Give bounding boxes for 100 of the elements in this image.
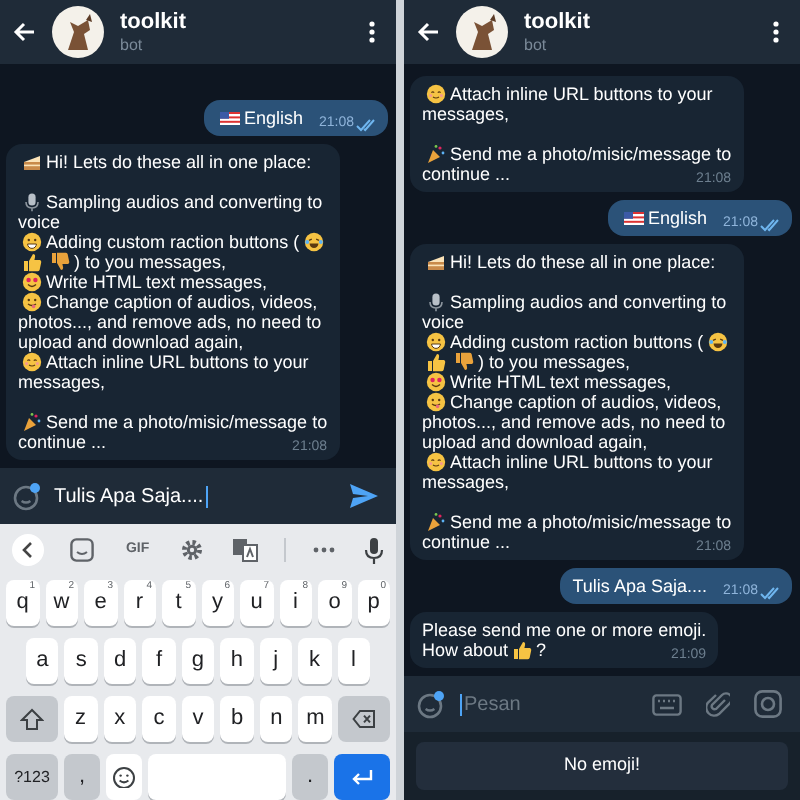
microphone-icon <box>22 192 42 212</box>
message-input[interactable]: Tulis Apa Saja.... <box>54 476 332 516</box>
keyboard-key[interactable]: f <box>142 638 176 684</box>
settings-icon[interactable] <box>180 538 205 562</box>
flag-icon <box>219 108 240 128</box>
message-text: Attach inline URL buttons to your <box>450 452 713 472</box>
message-text: Hi! Lets do these all in one place: <box>46 152 312 172</box>
keyboard-key[interactable]: k <box>298 638 331 684</box>
message-text: Send me a photo/misic/message to <box>450 512 732 532</box>
message-text: Change caption of audios, videos, <box>46 292 318 312</box>
message-text: Attach inline URL buttons to your <box>450 84 713 104</box>
cake-icon <box>22 152 42 172</box>
message-text: continue ... <box>422 532 511 552</box>
thumbs-up-icon <box>22 252 42 272</box>
message-text: Adding custom raction buttons ( <box>450 332 704 352</box>
sticker-icon[interactable] <box>70 538 95 562</box>
party-popper-icon <box>426 144 446 164</box>
laughing-face-icon <box>707 332 728 352</box>
keyboard-key[interactable]: ?123 <box>6 754 58 800</box>
backspace-key[interactable] <box>338 696 391 742</box>
message-text: Hi! Lets do these all in one place: <box>450 252 716 272</box>
message-text: messages, <box>422 104 510 124</box>
thumbs-down-icon <box>50 252 70 272</box>
message-text: photos..., and remove ads, no need to <box>18 312 322 332</box>
sticker-icon[interactable] <box>416 689 446 719</box>
thumbs-down-icon <box>454 352 474 372</box>
heart-eyes-icon <box>22 272 42 292</box>
camera-icon[interactable] <box>754 690 782 718</box>
message-text: continue ... <box>422 164 511 184</box>
back-icon[interactable] <box>12 534 44 566</box>
keyboard-key[interactable]: c <box>142 696 176 742</box>
microphone-icon[interactable] <box>363 537 384 563</box>
message-text: Please send me one or more emoji. <box>422 620 707 640</box>
reply-button[interactable]: No emoji! <box>416 742 788 790</box>
smiling-face-icon <box>426 452 446 472</box>
more-options-icon[interactable] <box>772 20 780 44</box>
back-icon[interactable] <box>12 20 36 44</box>
message-text: photos..., and remove ads, no need to <box>422 412 726 432</box>
keyboard-key[interactable]: x <box>103 696 137 742</box>
message-text: Adding custom raction buttons ( <box>46 232 300 252</box>
chat-title: toolkit <box>120 9 186 35</box>
smiling-face-icon <box>426 84 446 104</box>
keyboard-key[interactable]: b <box>220 696 254 742</box>
message-text: Sampling audios and converting to <box>46 192 323 212</box>
keyboard-key[interactable]: a <box>26 638 59 684</box>
keyboard-key[interactable]: m <box>298 696 333 742</box>
keyboard-key[interactable]: d <box>103 638 137 684</box>
keyboard-key[interactable]: l <box>337 638 370 684</box>
keyboard-key[interactable]: z <box>64 696 98 742</box>
message-text: ) to you messages, <box>478 352 631 372</box>
chat-title: toolkit <box>524 9 590 35</box>
message-text: Change caption of audios, videos, <box>450 392 722 412</box>
message-text: Send me a photo/misic/message to <box>46 412 328 432</box>
grinning-face-icon <box>22 232 42 252</box>
party-popper-icon <box>426 512 446 532</box>
tongue-face-icon <box>22 292 42 312</box>
smiley-icon <box>112 766 136 788</box>
keyboard-key[interactable]: g <box>181 638 215 684</box>
shift-icon <box>20 708 44 730</box>
flag-icon <box>623 208 644 228</box>
paperclip-icon[interactable] <box>706 690 730 718</box>
avatar-icon <box>52 6 104 58</box>
message-text: Sampling audios and converting to <box>450 292 727 312</box>
laughing-face-icon <box>303 232 324 252</box>
send-icon[interactable] <box>350 484 378 508</box>
emoji-key[interactable] <box>106 754 142 800</box>
tongue-face-icon <box>426 392 446 412</box>
message-text: English <box>243 108 303 128</box>
keyboard-key[interactable]: v <box>181 696 215 742</box>
message-text: messages, <box>422 472 510 492</box>
keyboard-key[interactable]: n <box>259 696 293 742</box>
party-popper-icon <box>22 412 42 432</box>
message-text: ) to you messages, <box>74 252 227 272</box>
more-icon[interactable] <box>312 546 337 554</box>
keyboard-key[interactable]: , <box>64 754 100 800</box>
grinning-face-icon <box>426 332 446 352</box>
shift-key[interactable] <box>6 696 58 742</box>
translate-icon[interactable] <box>231 538 258 562</box>
message-text: voice <box>422 312 465 332</box>
message-text: voice <box>18 212 61 232</box>
keyboard-key[interactable]: . <box>292 754 328 800</box>
chat-subtitle: bot <box>120 35 145 55</box>
keyboard-icon[interactable] <box>652 693 682 715</box>
keyboard-key[interactable]: s <box>64 638 98 684</box>
more-options-icon[interactable] <box>368 20 376 44</box>
message-text: continue ... <box>18 432 107 452</box>
message-text: English <box>647 208 707 228</box>
message-text: Tulis Apa Saja.... <box>572 576 707 596</box>
message-text: ? <box>536 640 547 660</box>
heart-eyes-icon <box>426 372 446 392</box>
message-text: Write HTML text messages, <box>450 372 672 392</box>
smiling-face-icon <box>22 352 42 372</box>
enter-key[interactable] <box>334 754 390 800</box>
cake-icon <box>426 252 446 272</box>
sticker-icon[interactable] <box>12 481 42 511</box>
keyboard-key[interactable]: j <box>259 638 293 684</box>
message-text: Write HTML text messages, <box>46 272 268 292</box>
keyboard-key[interactable]: h <box>220 638 254 684</box>
back-icon[interactable] <box>416 20 440 44</box>
message-text: upload and download again, <box>18 332 244 352</box>
